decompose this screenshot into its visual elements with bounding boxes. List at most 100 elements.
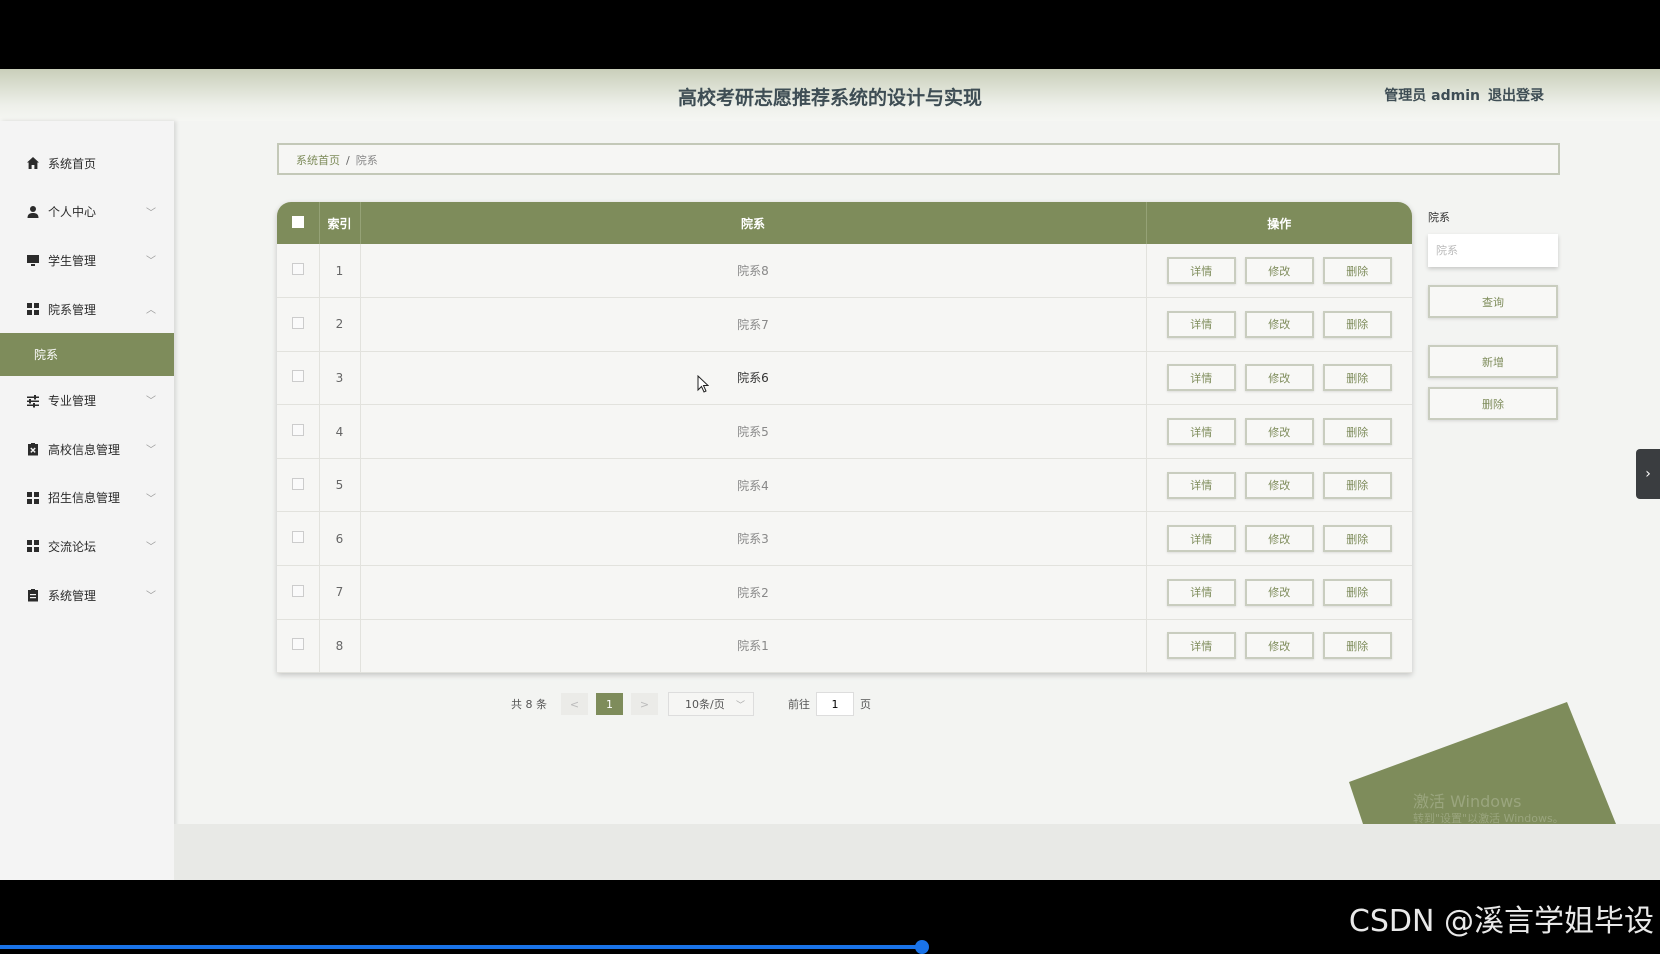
delete-button[interactable]: 删除	[1322, 257, 1392, 285]
sidebar-item-label: 学生管理	[48, 253, 97, 268]
page-size-value: 10条/页	[685, 698, 725, 711]
sidebar-item-forum[interactable]: 交流论坛 ﹀	[0, 522, 174, 571]
column-header-ops: 操作	[1267, 216, 1292, 231]
pagination: 共 8 条 < 1 > 10条/页 ﹀ 前往 页	[511, 692, 871, 716]
detail-button[interactable]: 详情	[1166, 471, 1236, 499]
pager-total: 共 8 条	[511, 698, 547, 711]
breadcrumb-separator: /	[346, 154, 350, 167]
chevron-down-icon: ﹀	[146, 396, 156, 408]
edit-button[interactable]: 修改	[1244, 310, 1314, 338]
delete-button[interactable]: 删除	[1322, 364, 1392, 392]
sidebar-item-personal-center[interactable]: 个人中心 ﹀	[0, 188, 174, 237]
detail-button[interactable]: 详情	[1166, 418, 1236, 446]
clipboard-x-icon	[28, 443, 38, 456]
home-icon	[27, 157, 39, 170]
table-header-row: 索引 院系 操作	[277, 202, 1412, 244]
table-row: 3 院系6 详情 修改 删除	[277, 351, 1412, 405]
chevron-right-icon[interactable]: ›	[1636, 449, 1660, 499]
query-button[interactable]: 查询	[1428, 285, 1558, 318]
detail-button[interactable]: 详情	[1166, 257, 1236, 285]
edit-button[interactable]: 修改	[1244, 364, 1314, 392]
row-dept: 院系8	[360, 244, 1147, 298]
sidebar-item-label: 系统首页	[48, 156, 97, 171]
row-checkbox[interactable]	[291, 424, 304, 437]
sidebar-item-admissions[interactable]: 招生信息管理 ﹀	[0, 474, 174, 523]
delete-button[interactable]: 删除	[1322, 418, 1392, 446]
detail-button[interactable]: 详情	[1166, 310, 1236, 338]
pager-goto: 前往 页	[788, 692, 871, 716]
row-checkbox[interactable]	[291, 370, 304, 383]
sidebar-item-system[interactable]: 系统管理 ﹀	[0, 571, 174, 620]
sidebar-subitem-department[interactable]: 院系	[0, 333, 174, 377]
edit-button[interactable]: 修改	[1244, 418, 1314, 446]
chevron-down-icon: ﹀	[146, 444, 156, 456]
user-icon	[27, 205, 39, 218]
chevron-down-icon: ﹀	[146, 542, 156, 554]
row-checkbox[interactable]	[291, 531, 304, 544]
delete-button[interactable]: 删除	[1322, 525, 1392, 553]
sidebar-item-university-info[interactable]: 高校信息管理 ﹀	[0, 425, 174, 474]
sidebar-item-students[interactable]: 学生管理 ﹀	[0, 236, 174, 285]
column-header-dept: 院系	[360, 202, 1147, 244]
chevron-down-icon: ﹀	[146, 207, 156, 219]
sidebar-item-label: 专业管理	[48, 394, 97, 409]
row-index: 6	[319, 511, 361, 566]
select-all-checkbox[interactable]	[291, 215, 304, 228]
logout-link[interactable]: 退出登录	[1488, 88, 1544, 104]
detail-button[interactable]: 详情	[1166, 578, 1236, 606]
page-size-select[interactable]: 10条/页 ﹀	[668, 692, 754, 716]
sidebar-item-label: 高校信息管理	[48, 442, 121, 457]
app-window: 高校考研志愿推荐系统的设计与实现 管理员 admin 退出登录 系统首页 个人中心…	[0, 69, 1660, 880]
edit-button[interactable]: 修改	[1244, 471, 1314, 499]
sliders-icon	[27, 394, 39, 408]
clipboard-icon	[28, 589, 38, 602]
video-progress-handle[interactable]	[915, 940, 929, 954]
table-row: 4 院系5 详情 修改 删除	[277, 404, 1412, 459]
row-checkbox[interactable]	[291, 316, 304, 329]
search-panel: 院系 查询 新增 删除	[1428, 209, 1560, 420]
sidebar-item-majors[interactable]: 专业管理 ﹀	[0, 376, 174, 425]
sidebar-item-departments[interactable]: 院系管理 ︿	[0, 285, 174, 334]
chevron-down-icon: ﹀	[735, 701, 745, 711]
video-progress-bar[interactable]	[0, 945, 922, 949]
breadcrumb-current: 院系	[355, 154, 378, 167]
row-checkbox[interactable]	[291, 584, 304, 597]
delete-button[interactable]: 删除	[1322, 578, 1392, 606]
goto-page-input[interactable]	[816, 692, 854, 716]
detail-button[interactable]: 详情	[1166, 364, 1236, 392]
search-input[interactable]	[1428, 234, 1558, 267]
user-label: 管理员 admin	[1384, 88, 1480, 104]
goto-suffix: 页	[860, 698, 871, 711]
row-checkbox[interactable]	[291, 263, 304, 276]
pager-prev-button[interactable]: <	[561, 693, 588, 715]
row-dept: 院系3	[360, 511, 1147, 566]
delete-button[interactable]: 删除	[1322, 632, 1392, 660]
sidebar-item-label: 招生信息管理	[48, 491, 121, 506]
sidebar-item-label: 系统管理	[48, 588, 97, 603]
delete-button[interactable]: 删除	[1322, 310, 1392, 338]
edit-button[interactable]: 修改	[1244, 525, 1314, 553]
row-dept: 院系7	[360, 297, 1147, 352]
row-index: 5	[319, 458, 361, 512]
delete-button[interactable]: 删除	[1322, 471, 1392, 499]
batch-delete-button[interactable]: 删除	[1428, 387, 1558, 420]
detail-button[interactable]: 详情	[1166, 632, 1236, 660]
breadcrumb: 系统首页 / 院系	[277, 143, 1560, 175]
add-button[interactable]: 新增	[1428, 345, 1558, 378]
sidebar-item-label: 交流论坛	[48, 539, 97, 554]
edit-button[interactable]: 修改	[1244, 257, 1314, 285]
pager-next-button[interactable]: >	[631, 693, 658, 715]
breadcrumb-home[interactable]: 系统首页	[296, 154, 340, 167]
table-row: 5 院系4 详情 修改 删除	[277, 458, 1412, 512]
row-checkbox[interactable]	[291, 638, 304, 651]
row-dept: 院系1	[360, 619, 1147, 673]
grid-icon	[27, 491, 39, 504]
row-dept: 院系6	[360, 351, 1147, 405]
detail-button[interactable]: 详情	[1166, 525, 1236, 553]
edit-button[interactable]: 修改	[1244, 578, 1314, 606]
edit-button[interactable]: 修改	[1244, 632, 1314, 660]
row-checkbox[interactable]	[291, 477, 304, 490]
pager-page-1[interactable]: 1	[596, 693, 623, 715]
sidebar-item-home[interactable]: 系统首页	[0, 139, 174, 188]
grid-icon	[27, 303, 39, 316]
